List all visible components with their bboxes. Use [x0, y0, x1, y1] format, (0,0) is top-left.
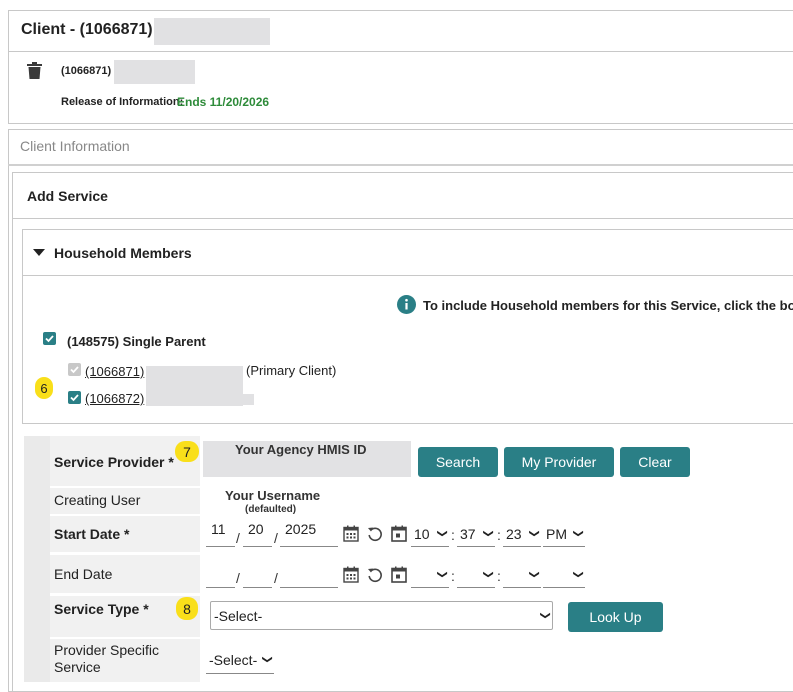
provider-specific-label: Provider Specific Service [50, 639, 200, 682]
date-sep: / [274, 530, 278, 546]
member-link-2[interactable]: (1066872) [85, 391, 144, 406]
start-year-input[interactable]: 2025 [280, 521, 338, 547]
redacted-member-name-1 [146, 366, 243, 406]
reset-icon[interactable] [367, 526, 383, 542]
my-provider-button[interactable]: My Provider [504, 447, 614, 477]
provider-specific-select[interactable]: -Select- ❯ [206, 646, 274, 674]
start-minute-select[interactable]: 37 ❯ [457, 521, 495, 547]
end-minute-select[interactable]: ❯ [457, 562, 495, 588]
start-hour-select[interactable]: 10 ❯ [411, 521, 449, 547]
page-title: Client - (1066871) [21, 21, 153, 38]
service-type-select[interactable]: -Select- ❯ [210, 601, 553, 630]
start-month-input[interactable]: 11 [206, 521, 235, 547]
member-checkbox-primary [68, 363, 81, 376]
end-month-input[interactable] [206, 562, 235, 588]
form-left-strip [24, 436, 50, 682]
date-sep: / [236, 530, 240, 546]
end-year-input[interactable] [280, 562, 338, 588]
time-sep: : [451, 568, 455, 584]
creating-user-value: Your Username [225, 488, 321, 503]
date-sep: / [274, 570, 278, 586]
time-calendar-icon[interactable] [391, 566, 407, 583]
household-label: (148575) Single Parent [67, 334, 206, 349]
creating-user-note: (defaulted) [245, 504, 297, 515]
search-button[interactable]: Search [418, 447, 498, 477]
member-primary-suffix: (Primary Client) [246, 363, 337, 378]
end-hour-select[interactable]: ❯ [411, 562, 449, 588]
trash-icon[interactable] [26, 61, 43, 80]
time-sep: : [497, 568, 501, 584]
time-sep: : [451, 527, 455, 543]
start-ampm-select[interactable]: PM ❯ [543, 521, 585, 547]
household-title: Household Members [54, 245, 192, 261]
badge-6: 6 [35, 377, 53, 399]
start-day-input[interactable]: 20 [243, 521, 272, 547]
tab-divider [8, 164, 793, 166]
time-sep: : [497, 527, 501, 543]
calendar-icon[interactable] [343, 566, 359, 583]
end-day-input[interactable] [243, 562, 272, 588]
member-checkbox-2[interactable] [68, 391, 81, 404]
client-info-tab[interactable]: Client Information [20, 138, 130, 154]
redacted-client-name [114, 60, 195, 84]
service-provider-value: Your Agency HMIS ID [235, 442, 367, 457]
end-second-select[interactable]: ❯ [503, 562, 541, 588]
creating-user-label: Creating User [50, 488, 200, 514]
add-service-title: Add Service [27, 188, 108, 204]
start-date-label: Start Date * [50, 516, 200, 552]
add-service-divider [12, 218, 793, 219]
look-up-button[interactable]: Look Up [568, 602, 663, 632]
clear-button[interactable]: Clear [620, 447, 690, 477]
end-date-label: End Date [50, 555, 200, 593]
start-second-select[interactable]: 23 ❯ [503, 521, 541, 547]
badge-8: 8 [176, 597, 198, 620]
household-checkbox[interactable] [43, 332, 56, 345]
calendar-icon[interactable] [343, 525, 359, 542]
client-id: (1066871) [61, 65, 112, 77]
info-icon [397, 295, 416, 314]
redacted-name [154, 18, 270, 45]
household-info-text: To include Household members for this Se… [423, 298, 793, 313]
redacted-member-name-2 [243, 394, 254, 405]
roi-label: Release of Information: [61, 96, 184, 108]
member-link-primary[interactable]: (1066871) [85, 364, 144, 379]
roi-value: Ends 11/20/2026 [177, 95, 270, 109]
caret-down-icon[interactable] [33, 249, 45, 257]
date-sep: / [236, 570, 240, 586]
badge-7: 7 [175, 441, 199, 462]
reset-icon[interactable] [367, 567, 383, 583]
time-calendar-icon[interactable] [391, 525, 407, 542]
end-ampm-select[interactable]: ❯ [543, 562, 585, 588]
